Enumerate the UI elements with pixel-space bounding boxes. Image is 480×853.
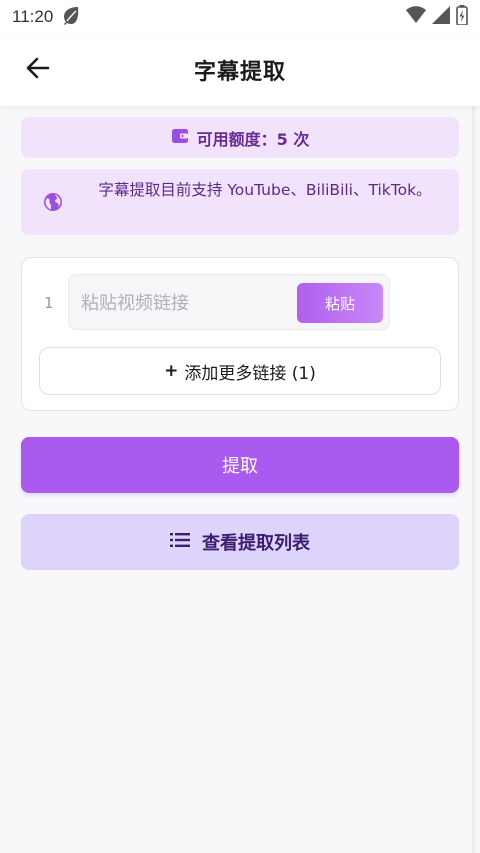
- status-time: 11:20: [12, 7, 54, 26]
- scrollbar[interactable]: [472, 106, 475, 853]
- supported-platforms-notice: 字幕提取目前支持 YouTube、BiliBili、TikTok。: [21, 169, 459, 235]
- quota-text: 可用额度：5 次: [196, 129, 310, 149]
- notice-text: 字幕提取目前支持 YouTube、BiliBili、TikTok。: [98, 181, 432, 199]
- video-link-field: 粘贴: [68, 274, 390, 330]
- add-more-links-button[interactable]: + 添加更多链接 (1): [39, 347, 441, 395]
- add-more-links-label: 添加更多链接 (1): [184, 363, 316, 384]
- page-title: 字幕提取: [193, 60, 286, 85]
- cellular-signal-icon: [432, 6, 450, 28]
- quota-banner: 可用额度：5 次: [21, 117, 459, 158]
- leaf-icon: [61, 5, 81, 29]
- link-row-index: 1: [44, 294, 54, 312]
- extract-button-label: 提取: [222, 456, 258, 477]
- plus-icon: +: [164, 361, 179, 381]
- extract-button[interactable]: 提取: [21, 437, 459, 493]
- video-link-input[interactable]: [81, 289, 291, 317]
- view-list-label: 查看提取列表: [202, 533, 310, 554]
- list-icon: [170, 532, 190, 553]
- app-bar: 字幕提取: [0, 34, 480, 106]
- back-button[interactable]: [18, 50, 58, 90]
- subtitle-extract-screen: 11:20 字幕提取 可用额度：5 次 字幕提取目前支持 YouTube、Bil…: [0, 0, 480, 853]
- battery-icon: [456, 5, 468, 29]
- view-extraction-list-button[interactable]: 查看提取列表: [21, 514, 459, 570]
- link-input-card: 1 粘贴 + 添加更多链接 (1): [21, 257, 459, 411]
- arrow-left-icon: [25, 55, 51, 85]
- status-icons: [406, 5, 468, 29]
- paste-button[interactable]: 粘贴: [297, 283, 383, 323]
- status-bar: 11:20: [0, 0, 480, 34]
- globe-icon: [43, 192, 63, 216]
- wallet-icon: [171, 127, 189, 149]
- wifi-icon: [406, 6, 426, 28]
